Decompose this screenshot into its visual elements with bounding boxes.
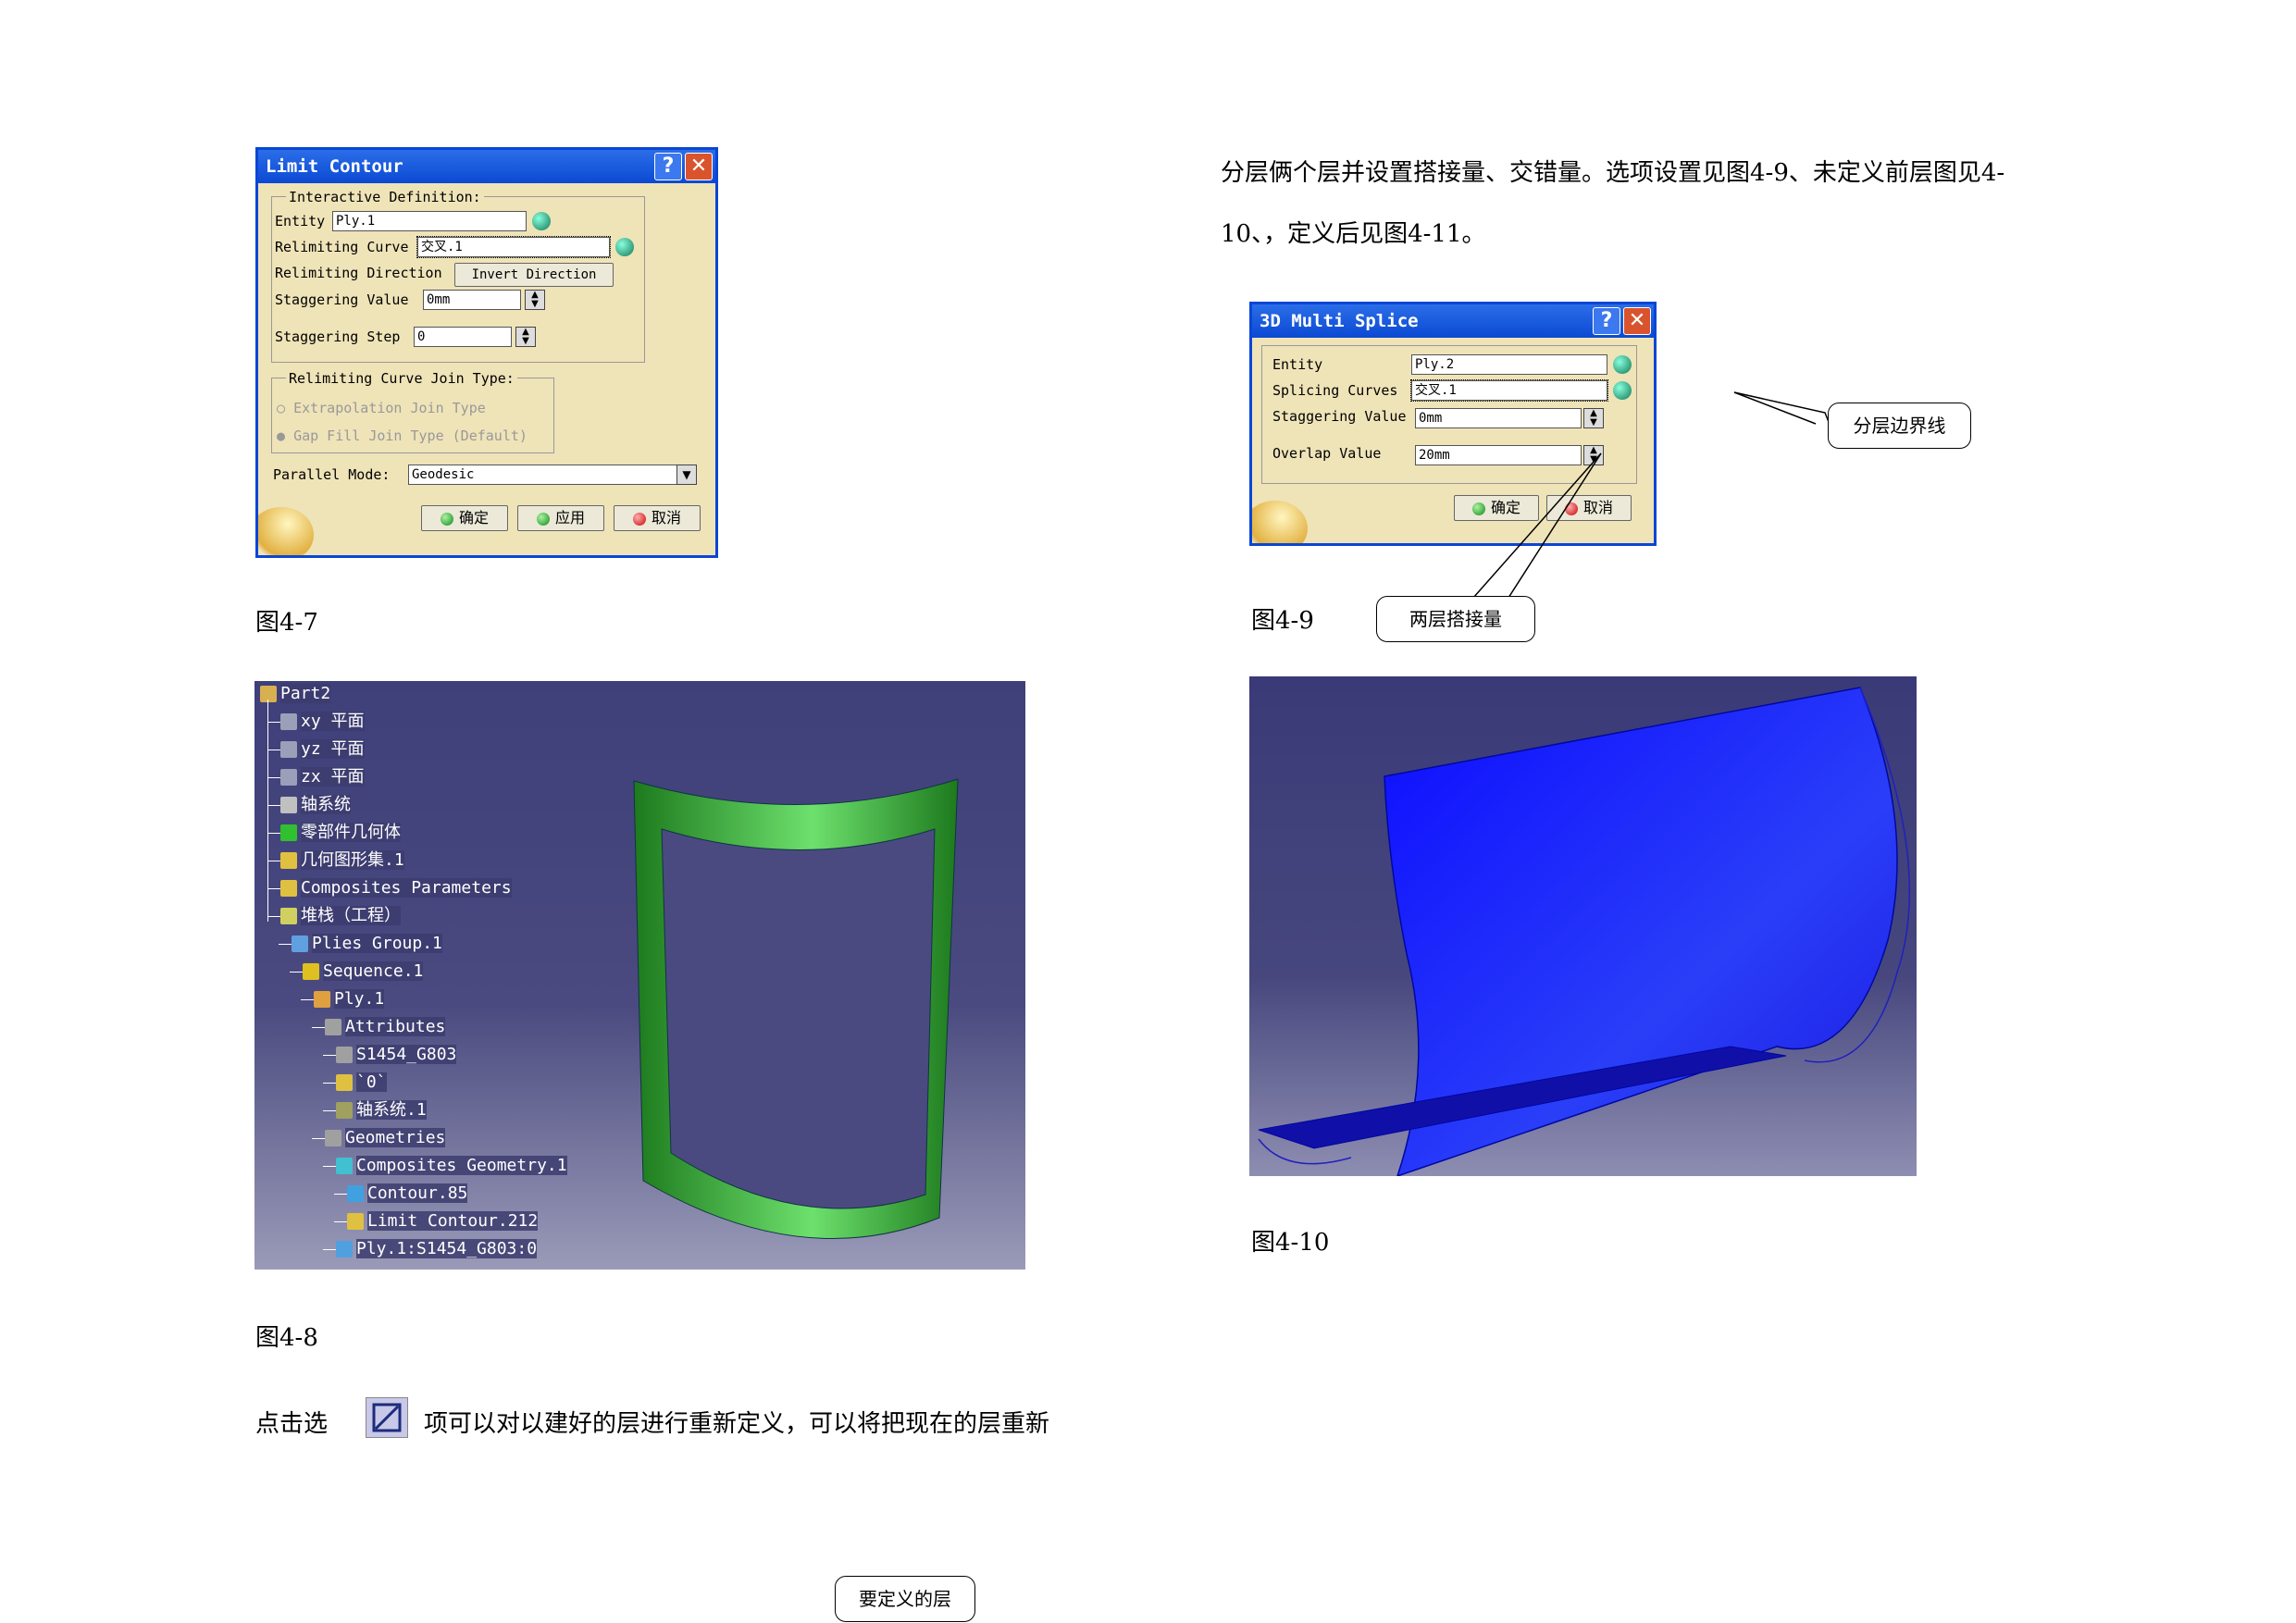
- ok-label: 确定: [458, 509, 489, 527]
- body-text-line: 10、，定义后见图4-11。: [1221, 220, 1486, 248]
- relimiting-curve-field[interactable]: 交叉.1: [416, 236, 611, 258]
- blue-part-viewport: [1249, 676, 1917, 1176]
- entity-field[interactable]: Ply.2: [1411, 354, 1607, 375]
- spinner-icon[interactable]: ▲ ▼: [515, 327, 536, 347]
- callout-overlap: 两层搭接量: [1376, 596, 1535, 642]
- entity-label: Entity: [275, 213, 326, 229]
- radio-icon: ○: [277, 400, 294, 416]
- dialog-title: Limit Contour: [266, 156, 403, 177]
- parallel-mode-label: Parallel Mode:: [273, 466, 391, 483]
- figure-caption: 图4-7: [255, 609, 318, 637]
- splicing-curves-label: Splicing Curves: [1272, 382, 1398, 399]
- globe-icon[interactable]: [1613, 355, 1632, 374]
- group-title: Relimiting Curve Join Type:: [286, 370, 517, 387]
- apply-button[interactable]: 应用: [517, 505, 604, 531]
- help-button[interactable]: ?: [654, 153, 682, 180]
- redefine-ply-icon[interactable]: [366, 1397, 408, 1438]
- close-button[interactable]: ✕: [1623, 307, 1651, 335]
- logo-icon: [258, 507, 314, 555]
- redefine-icon-glyph: [372, 1403, 402, 1432]
- help-button[interactable]: ?: [1593, 307, 1620, 335]
- catia-tree-viewport: Part2 xy 平面 yz 平面 zx 平面 轴系统 零部件几何体 几何图形集.1 Comp…: [254, 681, 1025, 1270]
- body-text-start: 点击选: [255, 1410, 329, 1438]
- callout-define: 要定义的层: [835, 1576, 975, 1622]
- globe-icon[interactable]: [532, 212, 551, 230]
- apply-label: 应用: [554, 509, 585, 527]
- red-dot-icon: [632, 512, 646, 526]
- entity-field[interactable]: Ply.1: [332, 211, 527, 231]
- radio-extrapolation[interactable]: ○ Extrapolation Join Type: [277, 400, 486, 416]
- spinner-icon[interactable]: ▲ ▼: [525, 290, 545, 310]
- body-text-line: 分层俩个层并设置搭接量、交错量。选项设置见图4-9、未定义前层图见4-: [1221, 159, 2005, 187]
- entity-label: Entity: [1272, 356, 1323, 373]
- figure-caption: 图4-8: [255, 1324, 318, 1352]
- green-dot-icon: [536, 512, 550, 526]
- logo-icon: [1252, 501, 1308, 543]
- dialog-body: Interactive Definition: Entity Ply.1 Rel…: [258, 183, 715, 555]
- group-title: Interactive Definition:: [286, 189, 484, 205]
- invert-direction-button[interactable]: Invert Direction: [454, 263, 614, 287]
- figure-caption: 图4-10: [1251, 1229, 1330, 1257]
- figure-caption: 图4-9: [1251, 607, 1314, 635]
- green-part-view: [633, 778, 959, 1239]
- globe-icon[interactable]: [615, 238, 634, 256]
- radio-label: Gap Fill Join Type (Default): [293, 427, 527, 444]
- radio-label: Extrapolation Join Type: [293, 400, 486, 416]
- chevron-down-icon[interactable]: ▼: [676, 465, 697, 485]
- relimiting-curve-label: Relimiting Curve: [275, 239, 409, 255]
- staggering-step-label: Staggering Step: [275, 328, 401, 345]
- overlap-value-label: Overlap Value: [1272, 445, 1382, 462]
- ok-button[interactable]: 确定: [421, 505, 508, 531]
- cancel-button[interactable]: 取消: [614, 505, 701, 531]
- staggering-value-label: Staggering Value: [275, 291, 409, 308]
- green-dot-icon: [440, 512, 453, 526]
- relimiting-direction-label: Relimiting Direction: [275, 265, 442, 281]
- radio-gapfill[interactable]: ● Gap Fill Join Type (Default): [277, 427, 527, 444]
- blue-part-view: [1258, 687, 1911, 1176]
- staggering-value-label: Staggering Value: [1272, 408, 1407, 425]
- cancel-label: 取消: [651, 509, 681, 527]
- body-text-end: 项可以对以建好的层进行重新定义，可以将把现在的层重新: [424, 1410, 1050, 1438]
- radio-selected-icon: ●: [277, 427, 294, 444]
- dialog-title-bar: 3D Multi Splice ? ✕: [1252, 304, 1654, 338]
- dialog-title-bar: Limit Contour ? ✕: [258, 150, 715, 183]
- staggering-step-field[interactable]: 0: [414, 327, 512, 347]
- callout-boundary: 分层边界线: [1828, 403, 1971, 449]
- dialog-title: 3D Multi Splice: [1260, 311, 1419, 331]
- limit-contour-dialog: Limit Contour ? ✕ Interactive Definition…: [255, 147, 718, 558]
- close-button[interactable]: ✕: [685, 153, 713, 180]
- staggering-value-field[interactable]: 0mm: [423, 290, 521, 310]
- parallel-mode-select[interactable]: Geodesic: [408, 465, 697, 485]
